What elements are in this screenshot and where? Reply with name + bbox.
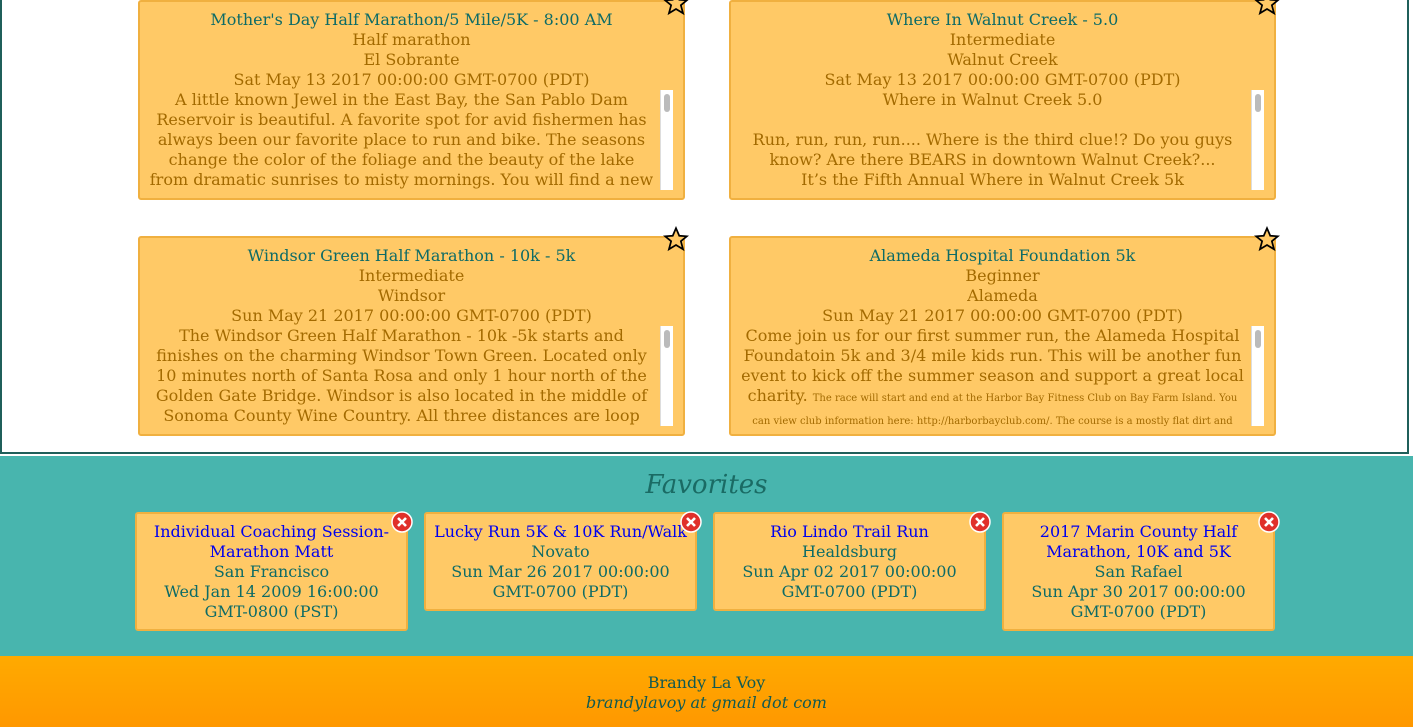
event-title: Windsor Green Half Marathon - 10k - 5k <box>247 246 576 265</box>
favorite-date: Sun Apr 02 2017 00:00:00 GMT-0700 (PDT) <box>742 562 957 601</box>
event-description-text: Run, run, run, run.... Where is the thir… <box>752 130 1233 169</box>
event-description-text: It’s the Fifth Annual Where in Walnut Cr… <box>801 170 1184 189</box>
remove-favorite-icon[interactable] <box>679 510 703 534</box>
favorite-card: Rio Lindo Trail Run Healdsburg Sun Apr 0… <box>713 511 991 611</box>
event-city: El Sobrante <box>363 50 460 69</box>
event-city: Windsor <box>377 286 446 305</box>
remove-favorite-icon[interactable] <box>1257 510 1281 534</box>
footer: Brandy La Voy brandylavoy at gmail dot c… <box>0 656 1413 727</box>
event-card: Windsor Green Half Marathon - 10k - 5k I… <box>138 226 689 436</box>
event-description[interactable]: A little known Jewel in the East Bay, th… <box>148 90 675 190</box>
star-icon[interactable] <box>663 226 689 252</box>
event-card: Where In Walnut Creek - 5.0 Intermediate… <box>729 0 1280 200</box>
scrollbar[interactable] <box>1251 326 1264 426</box>
favorite-card: Individual Coaching Session- Marathon Ma… <box>135 511 413 631</box>
favorite-card: 2017 Marin County Half Marathon, 10K and… <box>1002 511 1280 631</box>
event-date: Sat May 13 2017 00:00:00 GMT-0700 (PDT) <box>233 70 590 89</box>
event-city: Walnut Creek <box>947 50 1058 69</box>
remove-favorite-icon[interactable] <box>390 510 414 534</box>
scrollbar[interactable] <box>660 90 673 190</box>
favorite-city: Healdsburg <box>802 542 897 561</box>
favorite-name-link[interactable]: Lucky Run 5K & 10K Run/Walk <box>432 522 689 542</box>
event-level: Intermediate <box>358 266 465 285</box>
event-description[interactable]: Where in Walnut Creek 5.0 Run, run, run,… <box>739 90 1266 190</box>
event-level: Intermediate <box>949 30 1056 49</box>
event-title: Where In Walnut Creek - 5.0 <box>886 10 1119 29</box>
star-icon[interactable] <box>1254 0 1280 16</box>
star-icon[interactable] <box>1254 226 1280 252</box>
event-description-small-text: The race will start and end at the Harbo… <box>752 393 1238 426</box>
favorite-city: San Rafael <box>1094 562 1183 581</box>
event-date: Sun May 21 2017 00:00:00 GMT-0700 (PDT) <box>822 306 1183 325</box>
event-description[interactable]: Come join us for our first summer run, t… <box>739 326 1266 426</box>
event-level: Beginner <box>965 266 1040 285</box>
favorite-name-link[interactable]: Individual Coaching Session- Marathon Ma… <box>143 522 400 562</box>
event-description-text: The Windsor Green Half Marathon - 10k -5… <box>155 326 648 425</box>
favorites-heading: Favorites <box>645 470 768 500</box>
favorite-name-link[interactable]: Rio Lindo Trail Run <box>721 522 978 542</box>
favorite-date: Sun Mar 26 2017 00:00:00 GMT-0700 (PDT) <box>451 562 670 601</box>
favorites-section: Favorites Individual Coaching Session- M… <box>0 456 1413 656</box>
event-description[interactable]: The Windsor Green Half Marathon - 10k -5… <box>148 326 675 426</box>
favorite-name-link[interactable]: 2017 Marin County Half Marathon, 10K and… <box>1010 522 1267 562</box>
favorite-city: Novato <box>531 542 590 561</box>
event-city: Alameda <box>967 286 1038 305</box>
favorite-date: Wed Jan 14 2009 16:00:00 GMT-0800 (PST) <box>164 582 379 621</box>
event-title: Mother's Day Half Marathon/5 Mile/5K - 8… <box>210 10 613 29</box>
event-description-text: A little known Jewel in the East Bay, th… <box>149 90 654 189</box>
scrollbar[interactable] <box>1251 90 1264 190</box>
event-card: Alameda Hospital Foundation 5k Beginner … <box>729 226 1280 436</box>
favorite-city: San Francisco <box>213 562 330 581</box>
event-title: Alameda Hospital Foundation 5k <box>869 246 1136 265</box>
scrollbar[interactable] <box>660 326 673 426</box>
event-date: Sun May 21 2017 00:00:00 GMT-0700 (PDT) <box>231 306 592 325</box>
footer-email: brandylavoy at gmail dot com <box>586 693 827 712</box>
favorite-card: Lucky Run 5K & 10K Run/Walk Novato Sun M… <box>424 511 702 611</box>
footer-name: Brandy La Voy <box>647 673 766 692</box>
event-date: Sat May 13 2017 00:00:00 GMT-0700 (PDT) <box>824 70 1181 89</box>
event-level: Half marathon <box>352 30 471 49</box>
favorite-date: Sun Apr 30 2017 00:00:00 GMT-0700 (PDT) <box>1031 582 1246 621</box>
star-icon[interactable] <box>663 0 689 16</box>
event-card: Mother's Day Half Marathon/5 Mile/5K - 8… <box>138 0 689 200</box>
remove-favorite-icon[interactable] <box>968 510 992 534</box>
events-panel: Mother's Day Half Marathon/5 Mile/5K - 8… <box>0 0 1409 454</box>
event-description-text: Where in Walnut Creek 5.0 <box>882 90 1103 109</box>
